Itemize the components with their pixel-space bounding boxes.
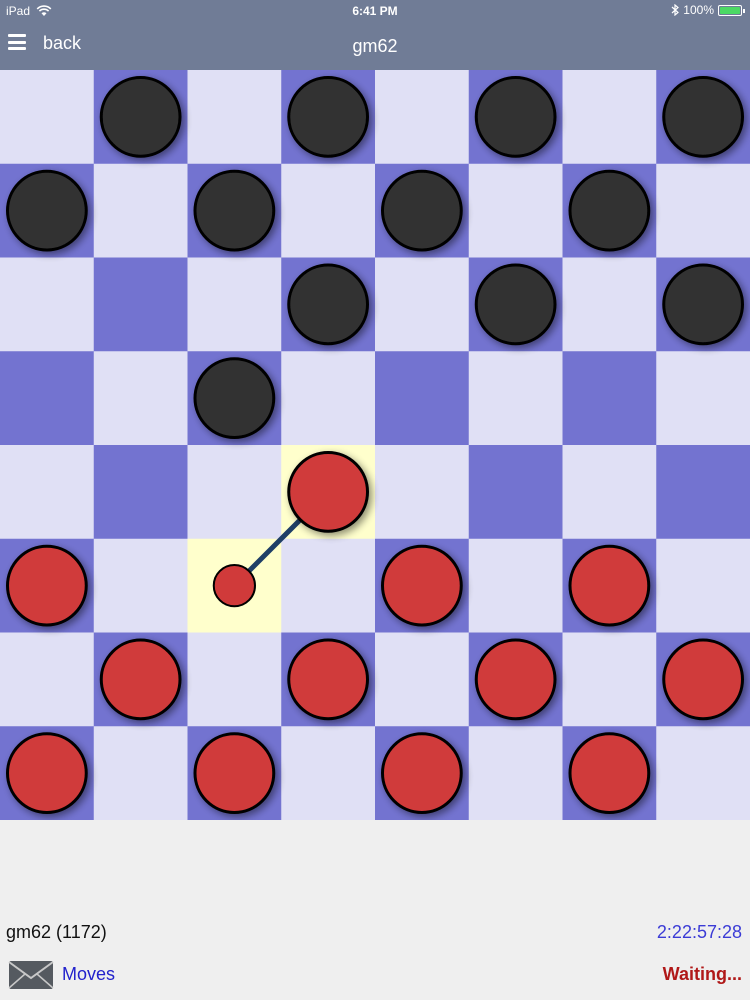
black-checker-piece[interactable] — [287, 263, 369, 346]
app: iPad 6:41 PM 100% back gm62 gm62 (1172) … — [0, 0, 750, 1000]
board-square[interactable] — [93, 163, 188, 258]
black-checker-piece[interactable] — [662, 76, 744, 158]
red-checker-piece[interactable] — [381, 544, 463, 627]
board-square[interactable] — [187, 632, 282, 727]
red-checker-piece[interactable] — [193, 732, 276, 814]
black-checker-piece[interactable] — [193, 169, 276, 252]
black-checker-piece[interactable] — [193, 357, 276, 439]
board-square[interactable] — [0, 445, 95, 540]
board-square[interactable] — [562, 632, 657, 727]
status-bar: iPad 6:41 PM 100% — [0, 0, 750, 22]
board-square[interactable] — [187, 257, 282, 352]
red-checker-piece[interactable] — [287, 638, 369, 721]
red-checker-piece[interactable] — [6, 544, 88, 627]
board-square[interactable] — [281, 351, 376, 446]
board-square[interactable] — [93, 257, 188, 352]
black-checker-piece[interactable] — [568, 169, 651, 252]
board-square[interactable] — [281, 538, 376, 633]
player-rating: gm62 (1172) — [6, 922, 107, 942]
board-square[interactable] — [93, 538, 188, 633]
board-square[interactable] — [281, 163, 376, 258]
board-square[interactable] — [187, 70, 282, 165]
board-square[interactable] — [468, 163, 563, 258]
board-square[interactable] — [0, 257, 95, 352]
black-checker-piece[interactable] — [474, 263, 557, 346]
board-square[interactable] — [0, 70, 95, 165]
black-checker-piece[interactable] — [474, 76, 557, 158]
battery-fill — [720, 6, 740, 14]
board-square[interactable] — [562, 351, 657, 446]
black-checker-piece[interactable] — [287, 76, 369, 158]
red-checker-piece[interactable] — [662, 638, 744, 721]
envelope-icon[interactable] — [8, 960, 54, 990]
board-square[interactable] — [0, 632, 95, 727]
red-checker-piece[interactable] — [568, 732, 651, 814]
board-square[interactable] — [375, 257, 470, 352]
board-square[interactable] — [0, 351, 95, 446]
moves-link[interactable]: Moves — [62, 964, 115, 985]
board-square[interactable] — [468, 726, 563, 820]
board-square[interactable] — [281, 726, 376, 820]
bluetooth-icon — [671, 4, 680, 16]
red-checker-piece[interactable] — [381, 732, 463, 814]
board-square[interactable] — [656, 726, 750, 820]
board-square[interactable] — [375, 351, 470, 446]
board-square[interactable] — [468, 351, 563, 446]
board-square[interactable] — [375, 632, 470, 727]
black-checker-piece[interactable] — [381, 169, 463, 252]
board-square[interactable] — [562, 257, 657, 352]
red-checker-piece[interactable] — [568, 544, 651, 627]
board-square[interactable] — [93, 726, 188, 820]
black-checker-piece[interactable] — [6, 169, 88, 252]
footer: gm62 (1172) 2:22:57:28 Moves Waiting... — [0, 820, 750, 1000]
nav-title: gm62 — [352, 36, 398, 56]
board-square[interactable] — [468, 538, 563, 633]
board-square[interactable] — [187, 445, 282, 540]
board-square[interactable] — [375, 70, 470, 165]
hamburger-menu-icon[interactable] — [8, 34, 26, 50]
battery-icon — [718, 4, 745, 16]
board-square[interactable] — [656, 163, 750, 258]
board-square[interactable] — [468, 445, 563, 540]
black-checker-piece[interactable] — [99, 76, 182, 158]
red-checker-piece[interactable] — [6, 732, 88, 814]
status-waiting: Waiting... — [662, 964, 742, 984]
red-checker-piece[interactable] — [287, 451, 369, 533]
black-checker-piece[interactable] — [662, 263, 744, 346]
board-square[interactable] — [562, 70, 657, 165]
board-square[interactable] — [656, 445, 750, 540]
board-canvas[interactable] — [0, 70, 750, 820]
board-square[interactable] — [562, 445, 657, 540]
red-checker-piece[interactable] — [99, 638, 182, 721]
game-timer: 2:22:57:28 — [656, 922, 742, 942]
checkers-board[interactable] — [0, 70, 750, 820]
board-square[interactable] — [656, 351, 750, 446]
red-checker-piece[interactable] — [474, 638, 557, 721]
move-origin-marker — [212, 564, 256, 608]
status-right: 100% — [671, 3, 745, 17]
back-button[interactable]: back — [43, 33, 81, 54]
battery-percent: 100% — [683, 3, 714, 17]
nav-bar: back gm62 — [0, 22, 750, 70]
board-square[interactable] — [93, 445, 188, 540]
board-square[interactable] — [656, 538, 750, 633]
board-square[interactable] — [375, 445, 470, 540]
clock: 6:41 PM — [352, 4, 398, 18]
board-square[interactable] — [93, 351, 188, 446]
